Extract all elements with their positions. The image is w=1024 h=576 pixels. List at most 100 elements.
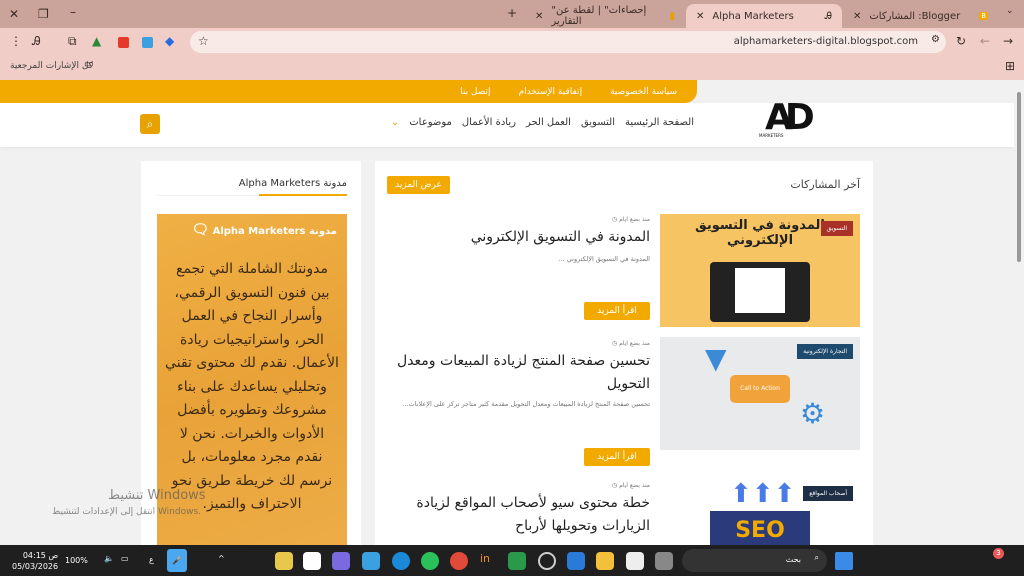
title-underline [259,194,347,196]
page-scrollbar[interactable] [1014,80,1024,545]
view-more-button[interactable]: عرض المزيد [387,176,450,194]
chevron-down-icon[interactable]: ⌄ [391,117,399,128]
whatsapp-icon[interactable] [421,552,439,570]
extension-icon[interactable]: ▲ [92,34,101,48]
clock-icon: ◷ [611,216,618,223]
task-view-icon[interactable] [655,552,673,570]
read-more-button[interactable]: اقرأ المزيد [584,448,650,466]
widget-title: مدونة Alpha Marketers [238,178,347,189]
tab-search-chevron-icon[interactable]: ⌄ [1006,6,1014,16]
tab-alpha-marketers[interactable]: ✕ Alpha Marketers Ꭿ [686,4,842,28]
show-hidden-icons[interactable]: ^ [218,554,225,563]
app-icon[interactable]: in [480,552,498,570]
clock-icon: ◷ [611,340,618,347]
nav-freelance[interactable]: العمل الحر [526,117,571,128]
extension-icon[interactable] [142,37,153,48]
url-text[interactable]: alphamarketers-digital.blogspot.com [734,36,918,47]
media-player-icon[interactable] [538,552,556,570]
post-item: منذ بضع ايام ◷ خطة محتوى سيو لأصحاب المو… [387,482,650,538]
category-tag[interactable]: التسويق [820,221,853,236]
extension-icon[interactable] [118,37,129,48]
search-box[interactable]: بحث ⌕ [682,549,827,572]
post-thumbnail[interactable]: المدونة في التسويق الإلكتروني التسويق [660,214,860,327]
logo-caption: MARKETERS [759,133,784,138]
site-logo[interactable]: AD MARKETERS [759,95,820,139]
activation-watermark-title: تنشيط Windows [108,488,206,503]
post-thumbnail[interactable]: Call to Action ▼ ⚙ التجارة الإلكترونية [660,337,860,450]
latest-posts-card: آخر المشاركات عرض المزيد المدونة في التس… [375,161,873,545]
category-tag[interactable]: أصحاب المواقع [803,486,853,501]
bookmarks-bar: كل الإشارات المرجعية ▭ ⊞ [0,56,1024,80]
close-window-icon[interactable]: ✕ [9,7,19,21]
post-snippet: تحسين صفحة المنتج لزيادة المبيعات ومعدل … [402,400,650,408]
terms-link[interactable]: إتفاقية الإستخدام [519,87,583,97]
apps-grid-icon[interactable]: ⊞ [1005,59,1015,73]
minimize-window-icon[interactable]: – [70,5,76,19]
close-tab-icon[interactable]: ✕ [535,11,543,22]
site-settings-icon[interactable]: ⚙ [931,34,940,45]
forward-icon[interactable]: ← [980,34,990,48]
restore-window-icon[interactable]: ❐ [38,7,49,21]
nav-home[interactable]: الصفحة الرئيسية [625,117,694,128]
thumbnail-text: Call to Action [730,375,790,403]
new-tab-icon[interactable]: + [507,6,517,20]
bookmark-star-icon[interactable]: ☆ [198,34,209,48]
main-nav: الصفحة الرئيسية التسويق العمل الحر ريادة… [391,117,694,128]
contact-link[interactable]: إتصل بنا [460,87,490,97]
store-icon[interactable] [626,552,644,570]
microphone-icon[interactable]: 🎤 [167,549,187,572]
classroom-icon[interactable] [508,552,526,570]
post-date: منذ بضع ايام ◷ [611,216,650,223]
nav-entrepreneurship[interactable]: ريادة الأعمال [462,117,516,128]
tab-blogger[interactable]: ✕ المشاركات :Blogger B [843,4,998,28]
post-item: منذ بضع ايام ◷ تحسين صفحة المنتج لزيادة … [387,340,650,408]
chrome-profile-icon[interactable] [275,552,293,570]
analytics-icon: ▮ [669,10,675,22]
back-icon[interactable]: → [1003,34,1013,48]
outlook-icon[interactable] [567,552,585,570]
start-icon[interactable] [835,552,853,570]
close-tab-icon[interactable]: ✕ [853,11,861,22]
privacy-link[interactable]: سياسة الخصوصية [610,87,677,97]
post-thumbnail[interactable]: SEO ⬆⬆⬆ أصحاب المواقع [660,479,860,545]
read-more-button[interactable]: اقرأ المزيد [584,302,650,320]
banner-title: مدونة Alpha Marketers 🗨 [191,222,337,238]
nav-topics[interactable]: موضوعات [409,117,452,128]
file-explorer-icon[interactable] [596,552,614,570]
post-title[interactable]: تحسين صفحة المنتج لزيادة المبيعات ومعدل … [387,350,650,396]
menu-icon[interactable]: ⋮ [10,34,22,48]
address-bar[interactable]: ☆ alphamarketers-digital.blogspot.com ⚙ [190,31,946,53]
post-snippet: المدونة في التسويق الإلكتروني ... [558,255,650,263]
arrows-illustration: ⬆⬆⬆ [730,479,796,509]
app-icon[interactable] [332,552,350,570]
extensions-icon[interactable]: ⧉ [68,34,77,49]
post-title[interactable]: خطة محتوى سيو لأصحاب المواقع لزيادة الزي… [387,492,650,538]
tab-strip: ✕ ❐ – + ✕ "إحصاءات" | لقطة عن التقارير ▮ ✕… [0,0,1024,28]
category-tag[interactable]: التجارة الإلكترونية [797,344,853,359]
battery-indicator[interactable]: 100% [65,556,88,565]
volume-icon[interactable]: 🔈 [104,554,114,563]
logo-mark: AD [765,97,815,138]
gear-illustration: ⚙ [800,397,826,430]
all-bookmarks[interactable]: كل الإشارات المرجعية [10,61,93,71]
activation-watermark-text: انتقل إلى الإعدادات لتنشيط Windows. [52,507,201,517]
post-item: منذ بضع ايام ◷ المدونة في التسويق الإلكت… [387,216,650,263]
language-indicator[interactable]: ع [149,555,154,564]
chrome-icon[interactable] [450,552,468,570]
reload-icon[interactable]: ↻ [956,34,966,48]
post-title[interactable]: المدونة في التسويق الإلكتروني [387,226,650,249]
notification-badge[interactable]: 3 [993,548,1004,559]
tab-reports[interactable]: ✕ "إحصاءات" | لقطة عن التقارير ▮ [525,4,685,28]
github-icon[interactable] [303,552,321,570]
scrollbar-thumb[interactable] [1017,92,1021,262]
chat-icon: 🗨 [191,222,210,238]
search-button[interactable]: ⌕ [140,114,160,134]
clock[interactable]: 04:15 ص 05/03/2026 [12,550,58,572]
nav-marketing[interactable]: التسويق [581,117,615,128]
close-tab-icon[interactable]: ✕ [696,11,704,22]
app-icon[interactable] [362,552,380,570]
edge-icon[interactable] [392,552,410,570]
profile-icon[interactable]: Ꭿ [32,34,41,49]
tag-extension-icon[interactable]: ◆ [165,34,174,48]
network-icon[interactable]: ▭ [121,554,129,563]
